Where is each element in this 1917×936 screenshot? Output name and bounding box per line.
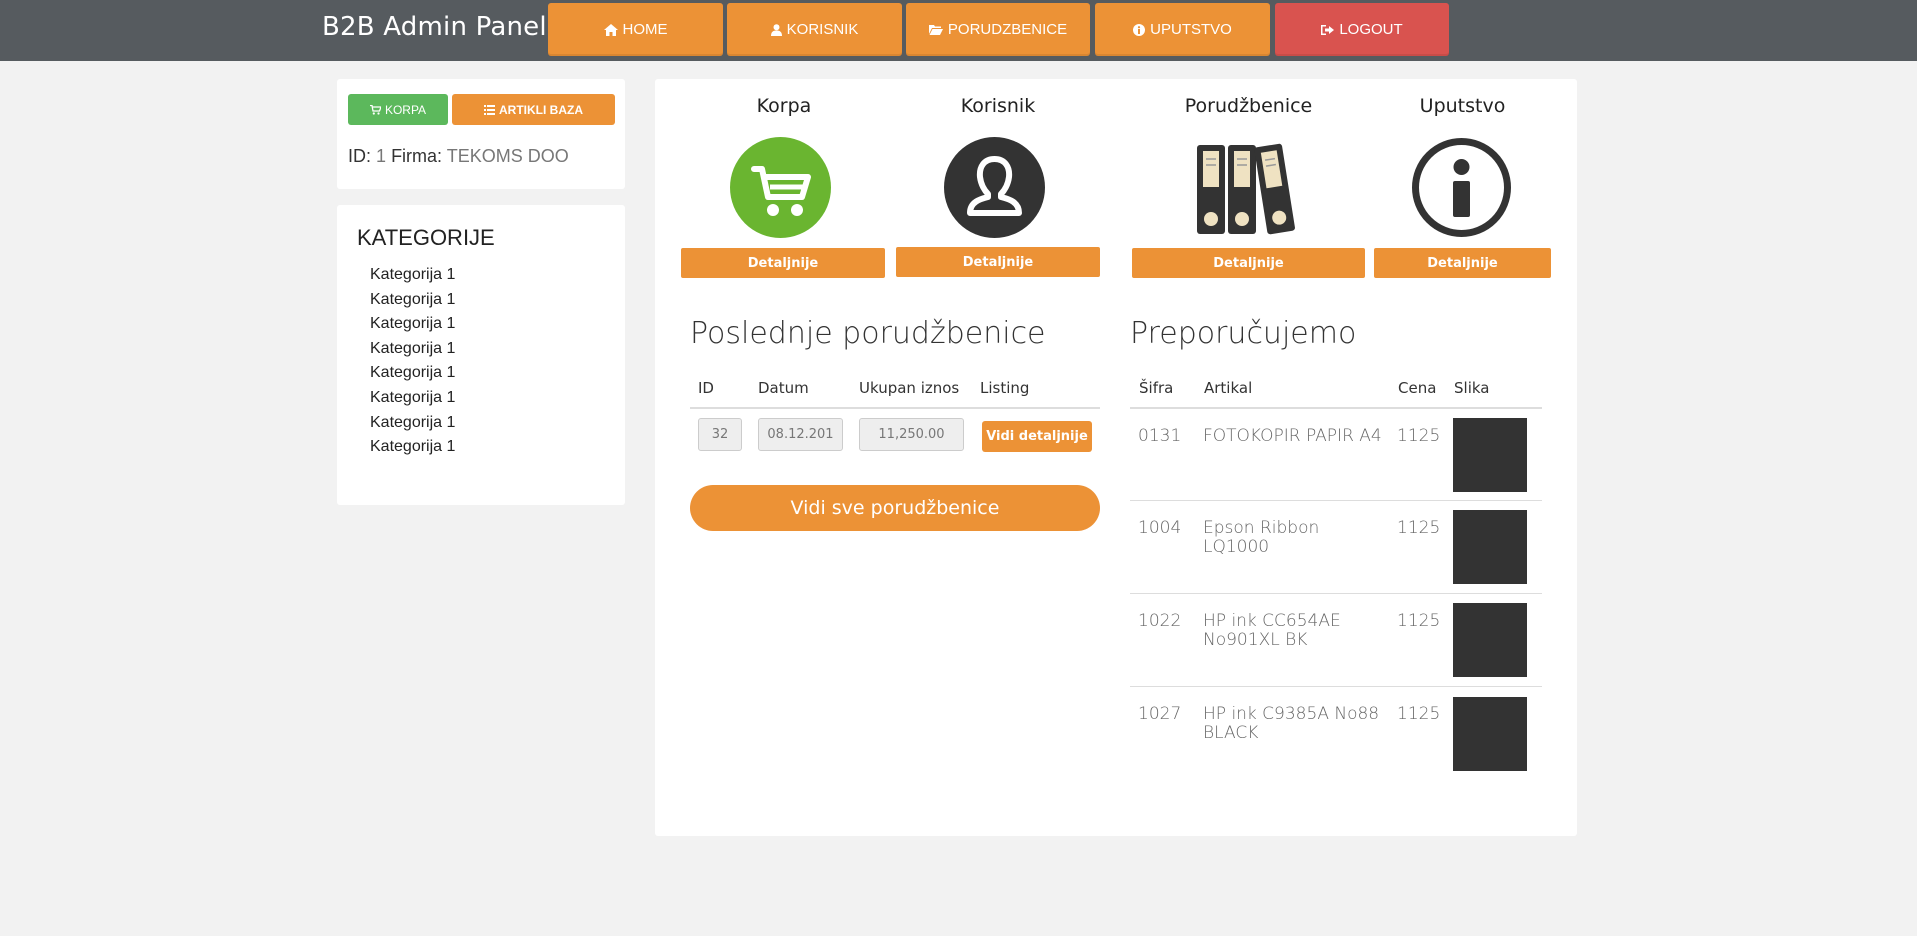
- tile-uputstvo-title: Uputstvo: [1419, 95, 1506, 117]
- orders-col-id: ID: [698, 379, 714, 397]
- tile-korisnik-title: Korisnik: [960, 95, 1036, 117]
- korpa-details-button[interactable]: Detaljnije: [681, 248, 885, 278]
- korpa-label: KORPA: [384, 102, 427, 117]
- rec-cena: 1125: [1397, 518, 1441, 538]
- nav-uputstvo-button[interactable]: UPUTSTVO: [1095, 3, 1270, 56]
- nav-home-label: HOME: [622, 21, 668, 38]
- category-item[interactable]: Kategorija 1: [370, 361, 455, 386]
- cart-icon: [369, 104, 381, 115]
- sign-out-icon: [1321, 24, 1335, 36]
- cart-icon[interactable]: [730, 137, 831, 242]
- rec-col-sifra: Šifra: [1139, 379, 1174, 397]
- porudzbenice-details-button[interactable]: Detaljnije: [1132, 248, 1365, 278]
- nav-uputstvo-label: UPUTSTVO: [1150, 21, 1232, 38]
- id-value: 1: [376, 146, 387, 166]
- info-icon[interactable]: [1411, 137, 1512, 242]
- category-item[interactable]: Kategorija 1: [370, 386, 455, 411]
- category-item[interactable]: Kategorija 1: [370, 288, 455, 313]
- rec-artikal: HP ink CC654AE No901XL BK: [1203, 611, 1341, 650]
- rec-sifra: 1022: [1138, 611, 1182, 631]
- user-icon: [770, 23, 782, 36]
- rec-cena: 1125: [1397, 426, 1441, 446]
- recommended-title: Preporučujemo: [1130, 316, 1357, 351]
- nav-home-button[interactable]: HOME: [548, 3, 723, 56]
- brand-title[interactable]: B2B Admin Panel: [322, 12, 547, 42]
- orders-col-listing: Listing: [980, 379, 1030, 397]
- product-image[interactable]: [1453, 697, 1527, 771]
- rec-sifra: 0131: [1138, 426, 1182, 446]
- category-item[interactable]: Kategorija 1: [370, 312, 455, 337]
- rec-artikal: Epson Ribbon LQ1000: [1203, 518, 1320, 557]
- product-image[interactable]: [1453, 510, 1527, 584]
- logout-button[interactable]: LOGOUT: [1275, 3, 1449, 56]
- rec-col-slika: Slika: [1454, 379, 1490, 397]
- nav-korisnik-label: KORISNIK: [786, 21, 859, 38]
- product-image[interactable]: [1453, 418, 1527, 492]
- artikli-baza-label: ARTIKLI BAZA: [499, 102, 583, 117]
- firma-value: TEKOMS DOO: [446, 146, 569, 166]
- orders-title: Poslednje porudžbenice: [690, 316, 1046, 351]
- orders-col-iznos: Ukupan iznos: [859, 379, 960, 397]
- order-date-field: 08.12.201: [758, 418, 843, 451]
- rec-cena: 1125: [1397, 704, 1441, 724]
- korpa-button[interactable]: KORPA: [348, 94, 448, 125]
- table-row: 1027 HP ink C9385A No88 BLACK 1125: [1130, 686, 1542, 779]
- user-info: ID: 1 Firma: TEKOMS DOO: [348, 146, 569, 167]
- table-row: 1004 Epson Ribbon LQ1000 1125: [1130, 500, 1542, 593]
- list-icon: [484, 104, 495, 115]
- artikli-baza-button[interactable]: ARTIKLI BAZA: [452, 94, 615, 125]
- category-item[interactable]: Kategorija 1: [370, 263, 455, 288]
- user-cart-panel: KORPA ARTIKLI BAZA ID: 1 Firma: TEKOMS D…: [337, 79, 625, 189]
- uputstvo-details-button[interactable]: Detaljnije: [1374, 248, 1551, 278]
- category-item[interactable]: Kategorija 1: [370, 337, 455, 362]
- categories-list: Kategorija 1 Kategorija 1 Kategorija 1 K…: [370, 263, 455, 460]
- order-id-field: 32: [698, 418, 742, 451]
- rec-artikal: FOTOKOPIR PAPIR A4: [1203, 426, 1382, 446]
- dashboard-panel: Korpa Detaljnije Korisnik Detaljnije Por…: [655, 79, 1577, 836]
- tile-porudzbenice-title: Porudžbenice: [1184, 95, 1313, 117]
- nav-korisnik-button[interactable]: KORISNIK: [727, 3, 902, 56]
- category-item[interactable]: Kategorija 1: [370, 435, 455, 460]
- logout-label: LOGOUT: [1339, 21, 1403, 38]
- category-item[interactable]: Kategorija 1: [370, 411, 455, 436]
- order-total-field: 11,250.00: [859, 418, 964, 451]
- rec-cena: 1125: [1397, 611, 1441, 631]
- rec-sifra: 1004: [1138, 518, 1182, 538]
- nav-porudzbenice-button[interactable]: PORUDZBENICE: [906, 3, 1090, 56]
- order-details-button[interactable]: Vidi detaljnije: [982, 421, 1092, 452]
- product-image[interactable]: [1453, 603, 1527, 677]
- nav-porudzbenice-label: PORUDZBENICE: [947, 21, 1068, 38]
- rec-sifra: 1027: [1138, 704, 1182, 724]
- info-circle-icon: [1133, 23, 1146, 36]
- korisnik-details-button[interactable]: Detaljnije: [896, 247, 1100, 277]
- tile-korpa-title: Korpa: [756, 95, 812, 117]
- orders-header-divider: [690, 407, 1100, 409]
- id-label: ID:: [348, 146, 372, 166]
- rec-col-cena: Cena: [1398, 379, 1437, 397]
- firma-label: Firma:: [391, 146, 443, 166]
- orders-col-datum: Datum: [758, 379, 809, 397]
- rec-artikal: HP ink C9385A No88 BLACK: [1203, 704, 1380, 743]
- view-all-orders-button[interactable]: Vidi sve porudžbenice: [690, 485, 1100, 531]
- user-icon[interactable]: [944, 137, 1045, 242]
- table-row: 1022 HP ink CC654AE No901XL BK 1125: [1130, 593, 1542, 686]
- rec-col-artikal: Artikal: [1204, 379, 1253, 397]
- categories-title: KATEGORIJE: [357, 225, 495, 250]
- top-navbar: B2B Admin Panel HOME KORISNIK PORUDZBENI…: [0, 0, 1917, 61]
- home-icon: [603, 23, 618, 36]
- categories-panel: KATEGORIJE Kategorija 1 Kategorija 1 Kat…: [337, 205, 625, 505]
- folder-open-icon: [928, 24, 943, 35]
- table-row: 0131 FOTOKOPIR PAPIR A4 1125: [1130, 407, 1542, 500]
- binders-icon[interactable]: [1195, 141, 1300, 240]
